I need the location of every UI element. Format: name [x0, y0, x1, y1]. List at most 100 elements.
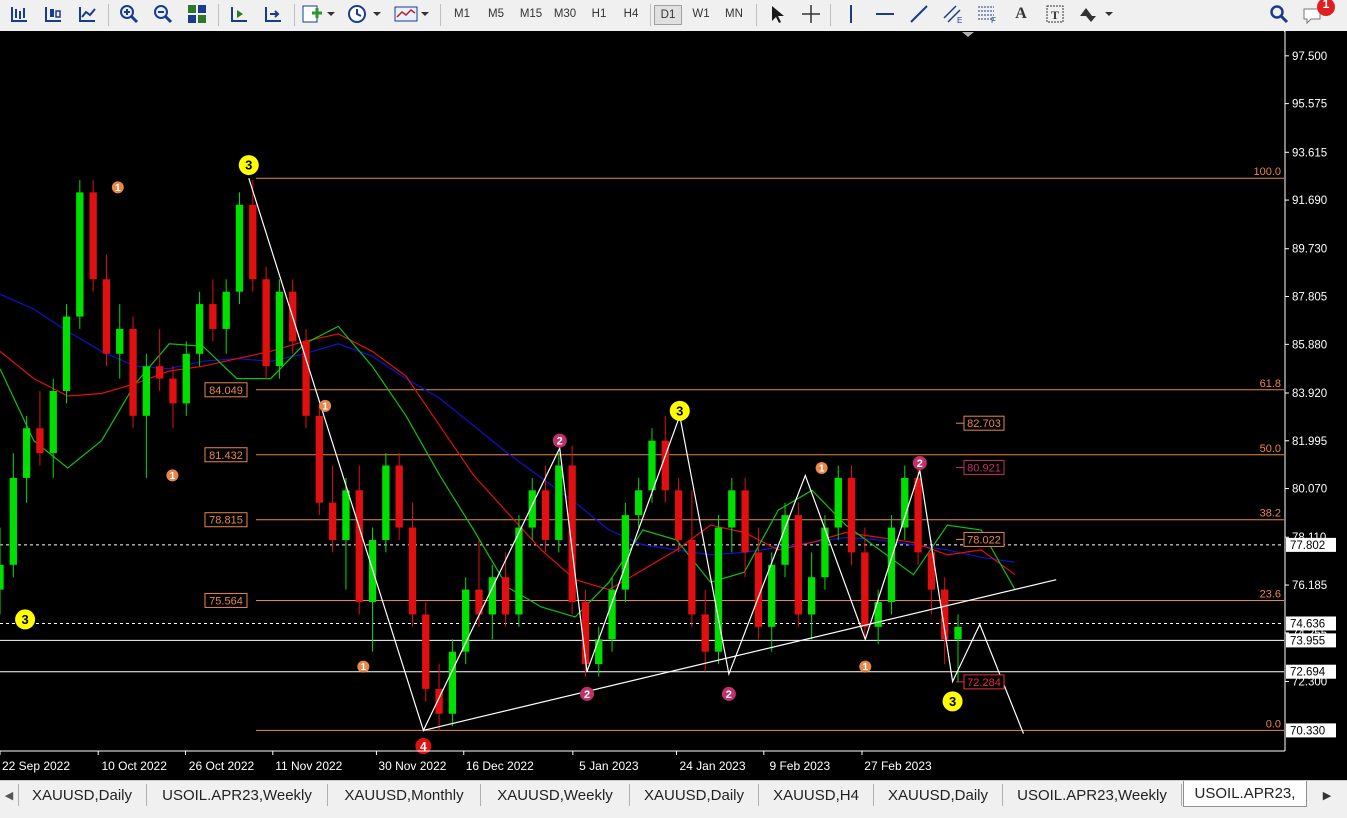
tile-windows-icon[interactable]: [184, 3, 210, 25]
candle-body: [528, 490, 536, 528]
scroll-left-icon: ◀: [4, 789, 14, 802]
timeframe-m15[interactable]: M15: [516, 5, 546, 23]
text-icon[interactable]: A: [1008, 3, 1034, 25]
tab-xauusd-weekly[interactable]: XAUUSD,Weekly: [481, 784, 630, 806]
fibonacci-ratio-label: 50.0: [1260, 443, 1281, 455]
timeframe-m30[interactable]: M30: [550, 5, 580, 23]
wave-label: 2: [726, 689, 732, 701]
line-chart-icon[interactable]: [74, 3, 100, 25]
fibonacci-price-label: 84.049: [209, 385, 243, 397]
tab-scroll-right[interactable]: ▶: [1312, 784, 1342, 806]
candle-body: [635, 490, 643, 516]
periods-clock-icon[interactable]: [344, 3, 384, 25]
candle-body: [36, 428, 44, 454]
timeframe-mn[interactable]: MN: [720, 5, 748, 23]
svg-text:E: E: [957, 16, 962, 24]
candle-body: [209, 304, 217, 329]
chart-plot-area[interactable]: [0, 31, 1284, 751]
zoom-out-icon[interactable]: [150, 3, 176, 25]
price-marker-label: 70.330: [1290, 725, 1325, 737]
text-label-icon[interactable]: T: [1042, 3, 1068, 25]
candle-body: [355, 490, 363, 603]
timeframe-h1[interactable]: H1: [586, 5, 612, 23]
equidistant-channel-icon[interactable]: E: [940, 3, 966, 25]
wave-label: 1: [819, 464, 825, 475]
timeframe-m5[interactable]: M5: [482, 5, 510, 23]
candle-body: [249, 204, 257, 280]
candle-body: [701, 614, 709, 652]
wave-label: 1: [115, 183, 121, 194]
timeframe-w1[interactable]: W1: [688, 5, 714, 23]
price-tick-label: 83.920: [1292, 388, 1327, 400]
tab-xauusd-h4[interactable]: XAUUSD,H4: [759, 784, 874, 806]
tab-usoil-daily-active[interactable]: USOIL.APR23,: [1183, 781, 1307, 807]
tab-usoil-weekly-2[interactable]: USOIL.APR23,Weekly: [1003, 784, 1182, 806]
fibonacci-ratio-label: 23.6: [1260, 588, 1281, 600]
shapes-icon[interactable]: [1076, 3, 1116, 25]
notification-badge: 1: [1322, 0, 1330, 11]
candle-body: [142, 366, 151, 416]
time-tick-label: 26 Oct 2022: [189, 759, 255, 773]
price-chart[interactable]: 100.0 61.8 50.0 38.2 23.6 0.0 84.049 81.432 78.8…: [0, 31, 1347, 780]
candle-body: [914, 477, 922, 553]
chart-shift-icon[interactable]: [260, 3, 286, 25]
candle-body: [395, 465, 403, 528]
time-tick-label: 16 Dec 2022: [466, 759, 534, 773]
autoscroll-icon[interactable]: [226, 3, 252, 25]
candle-body: [89, 192, 97, 280]
cursor-icon[interactable]: [764, 3, 790, 25]
candle-body: [834, 477, 842, 528]
candle-body: [62, 316, 71, 391]
bar-chart-icon[interactable]: [6, 3, 32, 25]
indicators-icon[interactable]: [300, 3, 336, 25]
time-tick-label: 27 Feb 2023: [864, 759, 932, 773]
candle-body: [102, 279, 111, 354]
candle-body: [315, 415, 323, 503]
price-tick-label: 93.615: [1292, 147, 1327, 159]
tab-xauusd-daily[interactable]: XAUUSD,Daily: [18, 784, 147, 806]
search-icon[interactable]: [1266, 3, 1292, 25]
fibonacci-ratio-label: 0.0: [1266, 718, 1281, 730]
candle-body: [794, 515, 802, 615]
timeframe-m1[interactable]: M1: [448, 5, 476, 23]
candle-body: [515, 527, 523, 615]
horizontal-line-icon[interactable]: [872, 3, 898, 25]
tab-overflow-left[interactable]: ◀: [0, 784, 19, 806]
price-marker-label: 72.694: [1290, 667, 1326, 679]
wave-label: 3: [949, 694, 956, 709]
tab-xauusd-daily-3[interactable]: XAUUSD,Daily: [874, 784, 1003, 806]
timeframe-h4[interactable]: H4: [618, 5, 644, 23]
candle-body: [408, 527, 417, 615]
candle-body: [901, 477, 909, 528]
crosshair-icon[interactable]: [798, 3, 824, 25]
tab-usoil-weekly[interactable]: USOIL.APR23,Weekly: [147, 784, 328, 806]
candle-body: [541, 490, 550, 540]
tab-xauusd-monthly[interactable]: XAUUSD,Monthly: [328, 784, 481, 806]
fibonacci-price-label: 78.815: [209, 515, 243, 527]
candle-body: [342, 490, 350, 540]
vertical-line-icon[interactable]: [838, 3, 864, 25]
candlestick-icon[interactable]: [40, 3, 66, 25]
notification-icon[interactable]: 1: [1300, 0, 1340, 25]
wave-label: 1: [361, 662, 367, 673]
trendline-icon[interactable]: [906, 3, 932, 25]
main-toolbar: M1 M5 M15 M30 H1 H4 D1 W1 MN E F A T 1: [0, 0, 1347, 32]
candle-body: [129, 328, 137, 416]
price-label: 78.022: [967, 534, 1001, 546]
candle-body: [382, 465, 390, 540]
time-tick-label: 30 Nov 2022: [378, 759, 446, 773]
zoom-in-icon[interactable]: [116, 3, 142, 25]
time-tick-label: 9 Feb 2023: [769, 759, 830, 773]
tab-xauusd-daily-2[interactable]: XAUUSD,Daily: [630, 784, 759, 806]
candle-body: [76, 192, 84, 317]
candle-body: [847, 477, 856, 553]
candle-body: [741, 490, 749, 553]
templates-icon[interactable]: [392, 3, 432, 25]
price-tick-label: 87.805: [1292, 292, 1327, 304]
timeframe-d1[interactable]: D1: [654, 5, 682, 25]
svg-text:T: T: [1051, 8, 1059, 22]
candle-body: [807, 577, 816, 615]
wave-label: 3: [245, 158, 252, 173]
chart-tab-bar: ◀ XAUUSD,Daily USOIL.APR23,Weekly XAUUSD…: [0, 780, 1347, 811]
fibonacci-icon[interactable]: F: [974, 3, 1000, 25]
